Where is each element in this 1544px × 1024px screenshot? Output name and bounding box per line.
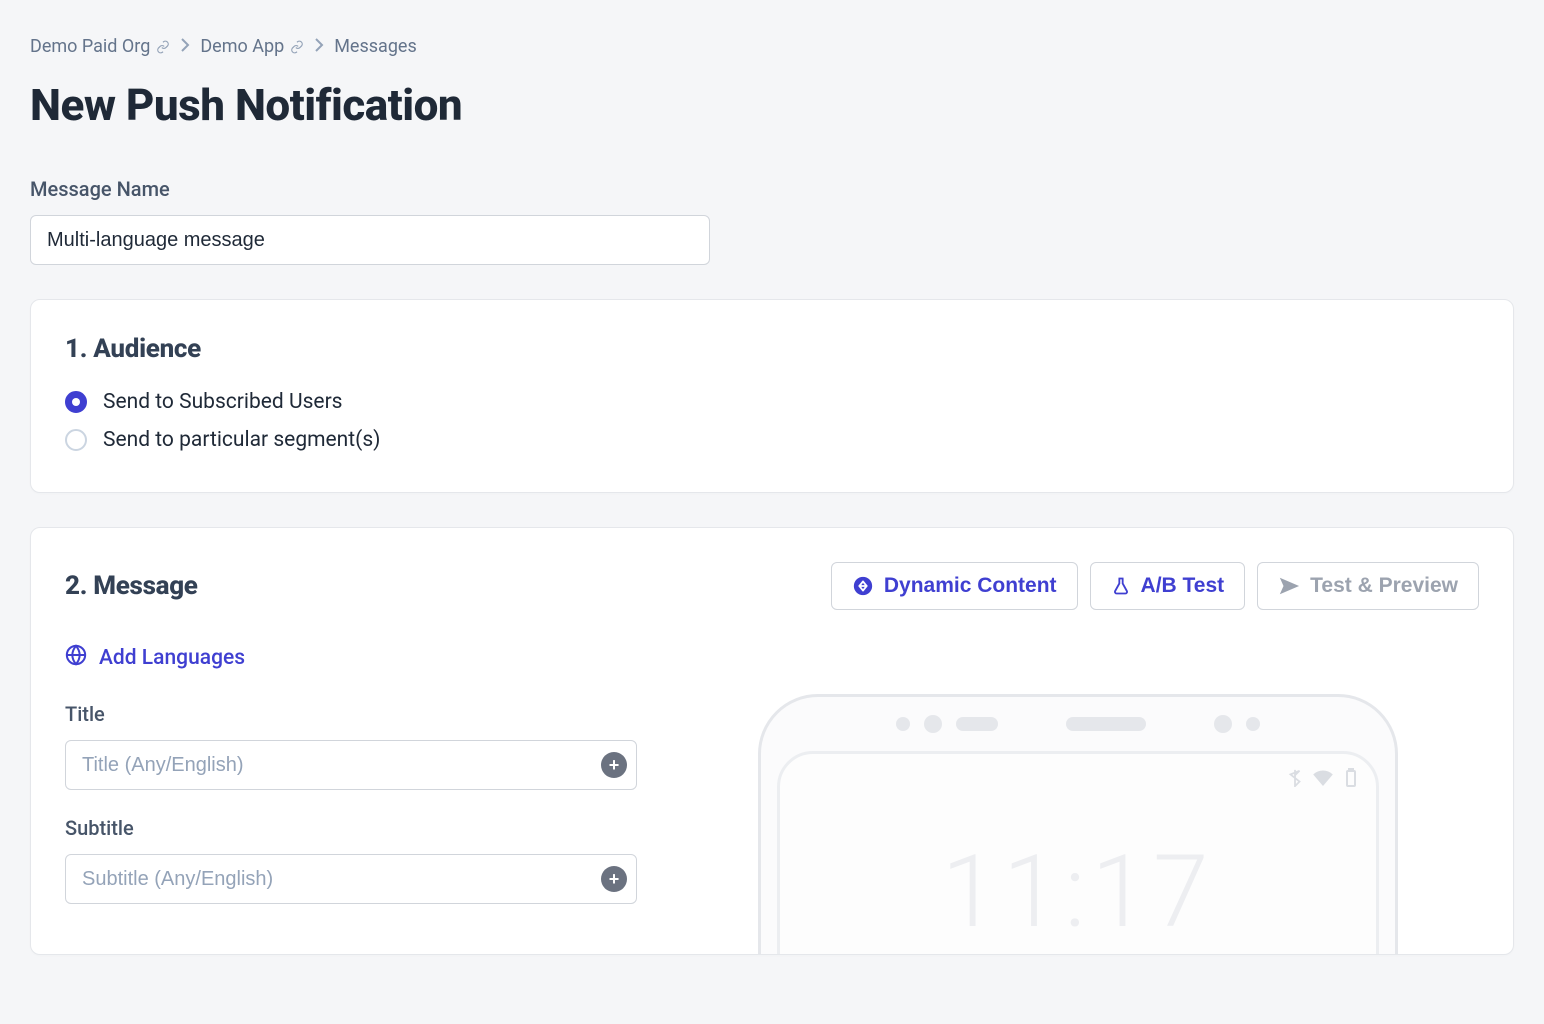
breadcrumb-org-label: Demo Paid Org [30, 36, 150, 57]
title-input[interactable] [65, 740, 637, 790]
page-title: New Push Notification [30, 79, 1514, 131]
phone-preview: 11:17 [677, 702, 1479, 954]
title-label: Title [65, 702, 637, 726]
subtitle-add-button[interactable]: + [601, 866, 627, 892]
audience-card: 1. Audience Send to Subscribed Users Sen… [30, 299, 1514, 493]
message-name-input[interactable] [30, 215, 710, 265]
breadcrumb: Demo Paid Org Demo App Messages [30, 0, 1514, 57]
audience-radio-segments[interactable]: Send to particular segment(s) [65, 428, 1479, 452]
radio-icon [65, 391, 87, 413]
subtitle-label: Subtitle [65, 816, 637, 840]
message-heading: 2. Message [65, 571, 198, 601]
message-card: 2. Message Dynamic Content A/B Test [30, 527, 1514, 955]
breadcrumb-org[interactable]: Demo Paid Org [30, 36, 170, 57]
title-add-button[interactable]: + [601, 752, 627, 778]
chevron-right-icon [180, 37, 190, 56]
send-icon [1278, 575, 1300, 597]
audience-radio-label: Send to particular segment(s) [103, 428, 380, 452]
ab-test-button[interactable]: A/B Test [1090, 562, 1246, 610]
plus-icon: + [609, 755, 620, 776]
globe-icon [65, 644, 87, 672]
wifi-icon [1312, 770, 1334, 790]
breadcrumb-app[interactable]: Demo App [200, 36, 304, 57]
ab-test-label: A/B Test [1141, 574, 1225, 598]
battery-icon [1344, 768, 1358, 792]
globe-swap-icon [852, 575, 874, 597]
link-icon [156, 40, 170, 54]
link-icon [290, 40, 304, 54]
preview-clock: 11:17 [780, 834, 1376, 951]
audience-heading: 1. Audience [65, 334, 1479, 364]
dynamic-content-label: Dynamic Content [884, 574, 1057, 598]
flask-icon [1111, 575, 1131, 597]
chevron-right-icon [314, 37, 324, 56]
breadcrumb-section[interactable]: Messages [334, 36, 417, 57]
audience-radio-subscribed[interactable]: Send to Subscribed Users [65, 390, 1479, 414]
add-languages-button[interactable]: Add Languages [65, 644, 1479, 672]
bluetooth-icon [1288, 769, 1302, 791]
test-preview-label: Test & Preview [1310, 574, 1458, 598]
radio-icon [65, 429, 87, 451]
message-name-label: Message Name [30, 177, 1514, 201]
audience-radio-label: Send to Subscribed Users [103, 390, 343, 414]
subtitle-input[interactable] [65, 854, 637, 904]
add-languages-label: Add Languages [99, 646, 245, 670]
plus-icon: + [609, 869, 620, 890]
breadcrumb-section-label: Messages [334, 36, 417, 57]
breadcrumb-app-label: Demo App [200, 36, 284, 57]
dynamic-content-button[interactable]: Dynamic Content [831, 562, 1078, 610]
test-preview-button[interactable]: Test & Preview [1257, 562, 1479, 610]
